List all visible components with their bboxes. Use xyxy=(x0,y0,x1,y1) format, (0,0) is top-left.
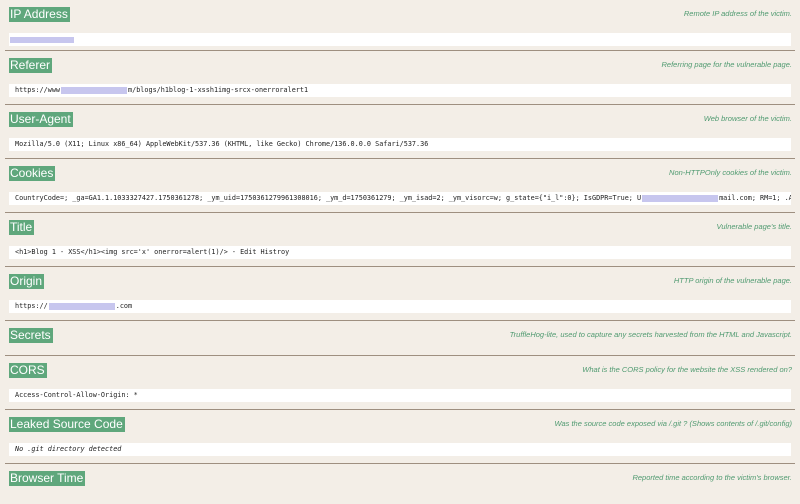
title-value[interactable]: <h1>Blog 1 - XSS</h1><img src='x' onerro… xyxy=(9,246,791,259)
redacted-block xyxy=(48,302,115,310)
section-label: CORS xyxy=(9,363,47,378)
section-secrets: Secrets TruffleHog-lite, used to capture… xyxy=(5,321,795,356)
redacted-block xyxy=(642,194,719,202)
section-description: Vulnerable page's title. xyxy=(716,222,792,231)
section-header: Title Vulnerable page's title. xyxy=(5,213,795,235)
origin-prefix: https:// xyxy=(15,302,48,310)
section-ip-address: IP Address Remote IP address of the vict… xyxy=(5,0,795,51)
cookies-value[interactable]: CountryCode=; _ga=GA1.1.1033327427.17503… xyxy=(9,192,791,205)
section-description: Was the source code exposed via /.git ? … xyxy=(554,419,793,428)
section-header: Secrets TruffleHog-lite, used to capture… xyxy=(5,321,795,343)
section-label: Secrets xyxy=(9,328,53,343)
section-label: User-Agent xyxy=(9,112,73,127)
section-cookies: Cookies Non-HTTPOnly cookies of the vict… xyxy=(5,159,795,213)
redacted-block xyxy=(61,86,128,94)
section-browser-time: Browser Time Reported time according to … xyxy=(5,464,795,504)
section-label: Origin xyxy=(9,274,45,289)
ip-address-value[interactable] xyxy=(9,33,791,46)
xss-report: IP Address Remote IP address of the vict… xyxy=(0,0,800,504)
origin-suffix: .com xyxy=(115,302,133,310)
section-description: Reported time according to the victim's … xyxy=(632,473,792,482)
section-header: IP Address Remote IP address of the vict… xyxy=(5,0,795,22)
user-agent-value[interactable]: Mozilla/5.0 (X11; Linux x86_64) AppleWeb… xyxy=(9,138,791,151)
section-header: Referer Referring page for the vulnerabl… xyxy=(5,51,795,73)
section-header: Leaked Source Code Was the source code e… xyxy=(5,410,795,432)
cors-value[interactable]: Access-Control-Allow-Origin: * xyxy=(9,389,791,402)
section-label: Title xyxy=(9,220,35,235)
referer-suffix: m/blogs/h1blog-1-xssh1img-srcx-onerroral… xyxy=(128,86,309,94)
section-description: Non-HTTPOnly cookies of the victim. xyxy=(669,168,792,177)
leaked-source-code-value[interactable]: No .git directory detected xyxy=(9,443,791,456)
section-description: Remote IP address of the victim. xyxy=(683,9,792,18)
section-description: TruffleHog-lite, used to capture any sec… xyxy=(509,330,792,339)
section-description: What is the CORS policy for the website … xyxy=(582,365,792,374)
section-leaked-source-code: Leaked Source Code Was the source code e… xyxy=(5,410,795,464)
section-description: HTTP origin of the vulnerable page. xyxy=(673,276,792,285)
section-label: Leaked Source Code xyxy=(9,417,125,432)
section-user-agent: User-Agent Web browser of the victim. Mo… xyxy=(5,105,795,159)
section-referer: Referer Referring page for the vulnerabl… xyxy=(5,51,795,105)
section-cors: CORS What is the CORS policy for the web… xyxy=(5,356,795,410)
redacted-block xyxy=(10,37,74,43)
section-description: Referring page for the vulnerable page. xyxy=(661,60,792,69)
section-label: Referer xyxy=(9,58,53,73)
cookies-suffix: mail.com; RM=1; .ASPXAUTH=5876: xyxy=(719,194,791,202)
section-header: User-Agent Web browser of the victim. xyxy=(5,105,795,127)
section-title: Title Vulnerable page's title. <h1>Blog … xyxy=(5,213,795,267)
section-header: Origin HTTP origin of the vulnerable pag… xyxy=(5,267,795,289)
origin-value[interactable]: https:// .com xyxy=(9,300,791,313)
section-header: Browser Time Reported time according to … xyxy=(5,464,795,486)
section-description: Web browser of the victim. xyxy=(703,114,792,123)
section-label: Cookies xyxy=(9,166,56,181)
section-label: IP Address xyxy=(9,7,70,22)
referer-prefix: https://www xyxy=(15,86,61,94)
section-header: CORS What is the CORS policy for the web… xyxy=(5,356,795,378)
cookies-prefix: CountryCode=; _ga=GA1.1.1033327427.17503… xyxy=(15,194,642,202)
section-header: Cookies Non-HTTPOnly cookies of the vict… xyxy=(5,159,795,181)
referer-value[interactable]: https://www m/blogs/h1blog-1-xssh1img-src… xyxy=(9,84,791,97)
section-origin: Origin HTTP origin of the vulnerable pag… xyxy=(5,267,795,321)
